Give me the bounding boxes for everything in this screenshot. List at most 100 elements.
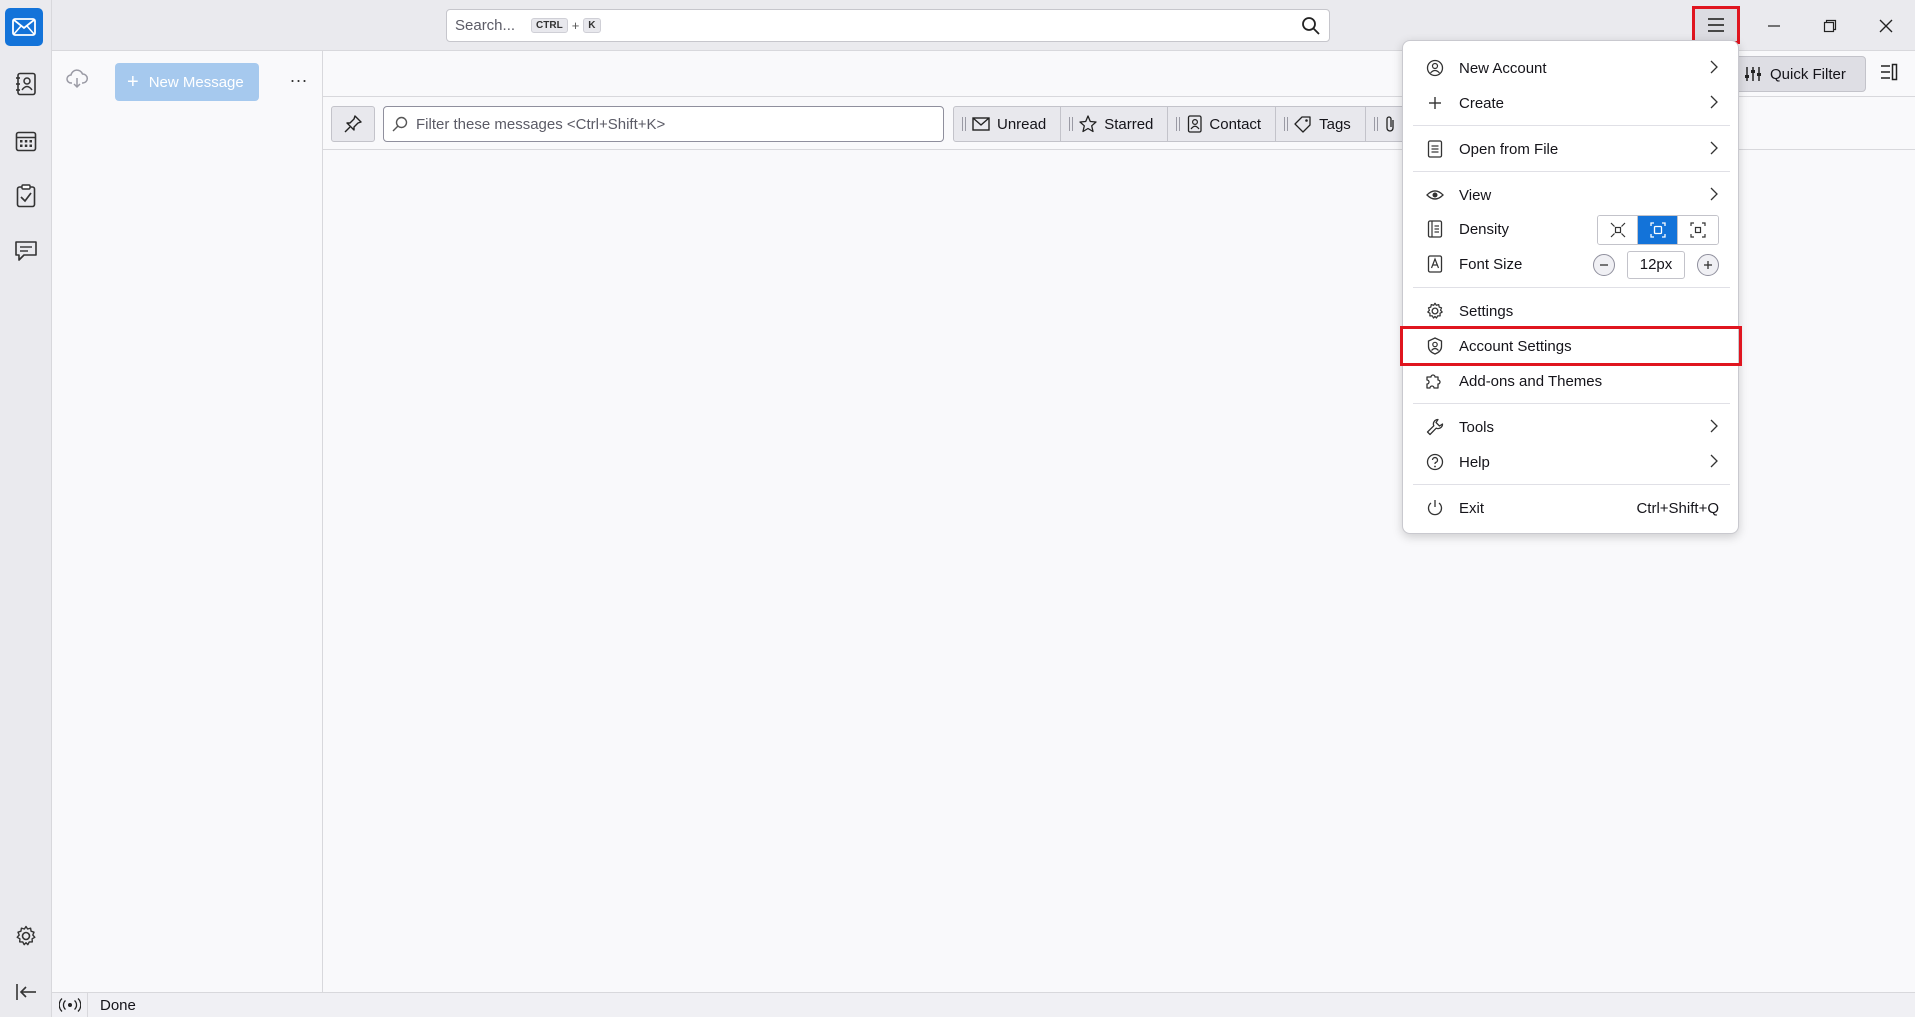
restore-icon [1823,19,1837,33]
tag-icon [1294,115,1312,133]
plus-icon [1425,96,1445,110]
hamburger-icon [1707,18,1725,32]
puzzle-icon [1425,372,1445,390]
tasks-space-button[interactable] [6,176,46,216]
gear-icon [1425,302,1445,320]
menu-new-account-label: New Account [1459,59,1547,77]
menu-exit-label: Exit [1459,499,1485,517]
mail-icon [12,17,36,37]
font-size-decrease-button[interactable] [1593,254,1615,276]
grip-handle [1373,117,1378,131]
close-icon [1879,19,1893,33]
close-button[interactable] [1858,0,1914,51]
sticky-filter-button[interactable] [331,106,375,142]
grip-handle [962,117,966,131]
spaces-toolbar [0,0,52,1017]
get-messages-button[interactable] [66,69,88,89]
filter-tags-button[interactable]: Tags [1276,107,1366,141]
folder-pane-more-button[interactable]: ... [284,63,314,93]
account-settings-icon [1425,337,1445,355]
menu-addons-themes[interactable]: Add-ons and Themes [1411,364,1731,398]
density-compact-button[interactable] [1598,216,1638,244]
broadcast-icon [58,998,81,1012]
chevron-right-icon [1709,187,1719,201]
density-touch-button[interactable] [1678,216,1718,244]
address-book-icon [15,72,37,96]
density-normal-button[interactable] [1638,216,1678,244]
quick-filter-label: Quick Filter [1770,65,1846,83]
font-size-icon [1425,255,1445,273]
chevron-right-icon [1709,141,1719,155]
tasks-icon [16,184,36,208]
filter-starred-button[interactable]: Starred [1061,107,1169,141]
menu-density-label: Density [1459,220,1510,238]
filter-placeholder: Filter these messages <Ctrl+Shift+K> [416,115,666,133]
collapse-spaces-button[interactable] [6,972,46,1012]
paperclip-icon [1384,115,1396,133]
filter-button-group: Unread Starred Contact Tags [953,106,1417,142]
collapse-arrow-icon [15,983,37,1001]
quick-filter-button[interactable]: Quick Filter [1733,56,1866,92]
menu-tools[interactable]: Tools [1411,410,1731,444]
filter-starred-label: Starred [1104,115,1154,133]
filter-sliders-icon [1744,66,1762,82]
message-list-display-button[interactable] [1880,63,1898,81]
settings-space-button[interactable] [6,916,46,956]
font-size-increase-button[interactable] [1697,254,1719,276]
shortcut-plus: + [571,18,580,33]
help-icon [1425,453,1445,471]
filter-contact-button[interactable]: Contact [1168,107,1277,141]
search-placeholder: Search... [455,17,516,34]
new-message-button[interactable]: + New Message [115,63,259,101]
search-icon[interactable] [1301,16,1321,36]
menu-settings[interactable]: Settings [1411,294,1731,328]
shortcut-key-ctrl: CTRL [531,18,568,33]
global-search-input[interactable]: Search... CTRL + K [446,9,1330,42]
filter-tags-label: Tags [1319,115,1351,133]
status-text: Done [100,996,136,1014]
online-status-button[interactable] [52,992,88,1017]
menu-font-size-label: Font Size [1459,255,1523,273]
contact-icon [1186,115,1203,133]
address-book-space-button[interactable] [6,64,46,104]
calendar-space-button[interactable] [6,121,46,161]
menu-exit[interactable]: Exit Ctrl+Shift+Q [1411,491,1731,525]
plus-icon: + [127,71,139,93]
envelope-icon [972,117,990,131]
menu-new-account[interactable]: New Account [1411,51,1731,85]
font-size-value[interactable]: 12px [1627,251,1685,279]
menu-open-from-file[interactable]: Open from File [1411,132,1731,166]
pin-icon [344,115,362,133]
filter-messages-input[interactable]: Filter these messages <Ctrl+Shift+K> [383,106,944,142]
menu-create[interactable]: Create [1411,86,1731,120]
status-bar: Done [52,992,1915,1017]
chat-space-button[interactable] [6,231,46,271]
menu-help-label: Help [1459,453,1490,471]
chevron-right-icon [1709,419,1719,433]
menu-separator [1413,484,1730,485]
menu-open-from-file-label: Open from File [1459,140,1559,158]
grip-handle [1176,117,1181,131]
file-icon [1425,140,1445,158]
mail-space-button[interactable] [5,8,43,46]
menu-exit-shortcut: Ctrl+Shift+Q [1636,499,1719,517]
menu-help[interactable]: Help [1411,445,1731,479]
menu-account-settings[interactable]: Account Settings [1400,326,1742,366]
plus-icon [1703,260,1713,270]
chevron-right-icon [1709,454,1719,468]
wrench-icon [1425,418,1445,436]
density-selector [1597,215,1719,245]
search-icon [392,116,408,132]
shortcut-key-k: K [583,18,601,33]
normal-density-icon [1649,222,1666,238]
filter-unread-button[interactable]: Unread [954,107,1062,141]
menu-separator [1413,403,1730,404]
menu-account-settings-label: Account Settings [1459,337,1572,355]
font-size-stepper: 12px [1593,251,1719,279]
restore-button[interactable] [1802,0,1858,51]
star-icon [1079,115,1097,133]
app-menu-button[interactable] [1692,6,1740,44]
chat-icon [14,240,38,262]
menu-view[interactable]: View [1411,178,1731,212]
minimize-button[interactable] [1746,0,1802,51]
